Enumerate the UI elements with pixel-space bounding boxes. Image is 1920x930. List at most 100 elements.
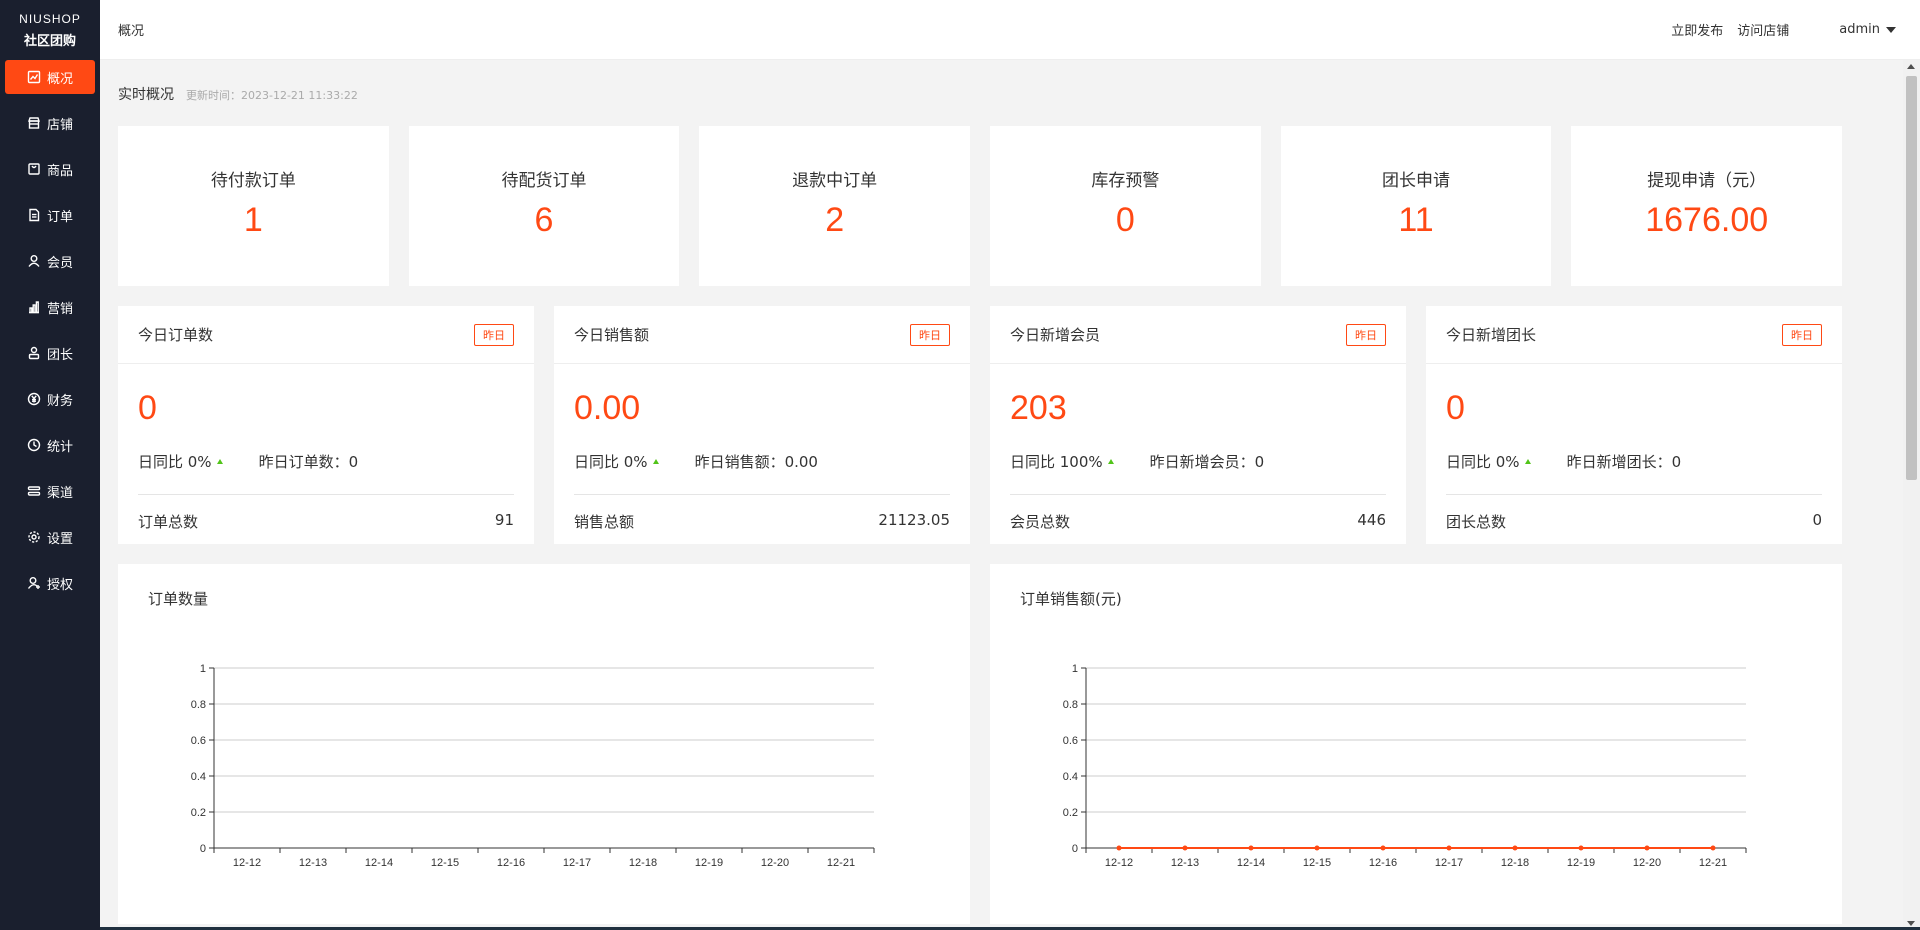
x-tick-label: 12-13 <box>1171 857 1199 869</box>
total-value: 446 <box>1357 511 1386 529</box>
today-total: 订单总数 91 <box>138 511 514 532</box>
x-tick-label: 12-12 <box>233 857 261 869</box>
sidebar-item-order[interactable]: 订单 <box>0 192 100 238</box>
data-point <box>1446 845 1452 851</box>
today-card-header: 今日新增会员 昨日 <box>990 306 1406 364</box>
user-menu[interactable]: admin <box>1839 22 1896 37</box>
y-tick-label: 0.4 <box>1063 771 1078 783</box>
sidebar-item-auth[interactable]: 授权 <box>0 560 100 606</box>
sidebar-item-label: 设置 <box>46 531 73 547</box>
y-tick-label: 0.6 <box>1063 735 1078 747</box>
x-tick-label: 12-20 <box>761 857 789 869</box>
data-point <box>1314 845 1320 851</box>
logo[interactable]: NIUSHOP 社区团购 <box>0 0 100 54</box>
sidebar: NIUSHOP 社区团购 概况店铺商品订单 会员营销团长财务统计渠道设置授权 <box>0 0 100 930</box>
visit-store-link[interactable]: 访问店铺 <box>1737 20 1789 39</box>
yesterday-button[interactable]: 昨日 <box>1346 323 1386 346</box>
x-tick-label: 12-13 <box>299 857 327 869</box>
total-value: 91 <box>494 511 514 529</box>
divider <box>138 494 514 495</box>
main-content: 实时概况 更新时间：2023-12-21 11:33:22 待付款订单 1 待配货订… <box>118 84 1843 924</box>
total-label: 销售总额 <box>574 513 635 531</box>
order-icon <box>27 208 41 222</box>
today-compare: 日同比 0% 昨日新增团长：0 <box>1446 450 1822 472</box>
today-value: 0 <box>1446 389 1465 427</box>
x-tick-label: 12-21 <box>827 857 855 869</box>
sidebar-item-label: 财务 <box>46 393 73 409</box>
data-point <box>1644 845 1650 851</box>
x-tick-label: 12-20 <box>1633 857 1661 869</box>
sidebar-item-settings[interactable]: 设置 <box>0 514 100 560</box>
divider <box>1446 494 1822 495</box>
x-tick-label: 12-14 <box>365 857 393 869</box>
sidebar-item-label: 商品 <box>46 163 73 179</box>
sidebar-item-goods[interactable]: 商品 <box>0 146 100 192</box>
stat-card[interactable]: 提现申请（元） 1676.00 <box>1571 126 1843 286</box>
yesterday-button[interactable]: 昨日 <box>1782 323 1822 346</box>
day-compare-text: 日同比 0% <box>138 452 212 471</box>
today-card-body: 0.00 日同比 0% 昨日销售额：0.00 销售总额 21123.05 <box>554 386 970 532</box>
yesterday-text: 昨日销售额：0.00 <box>694 452 818 471</box>
sidebar-item-finance[interactable]: 财务 <box>0 376 100 422</box>
stat-label: 库存预警 <box>1091 171 1160 191</box>
goods-icon <box>27 162 41 176</box>
breadcrumb: 概况 <box>118 24 145 39</box>
chart-icon <box>27 70 41 84</box>
stat-card[interactable]: 团长申请 11 <box>1280 126 1552 286</box>
stat-card[interactable]: 待付款订单 1 <box>118 126 389 286</box>
x-tick-label: 12-21 <box>1699 857 1727 869</box>
data-point <box>1512 845 1518 851</box>
stats-icon <box>27 438 41 452</box>
x-tick-label: 12-18 <box>1501 857 1529 869</box>
sidebar-item-marketing[interactable]: 营销 <box>0 284 100 330</box>
x-tick-label: 12-14 <box>1237 857 1265 869</box>
y-tick-label: 1 <box>1072 663 1078 675</box>
sidebar-item-leader[interactable]: 团长 <box>0 330 100 376</box>
order-count-chart-card: 订单数量 0 0.2 0.4 0.6 0.8 1 12-12 12-13 12-14 12-15 1… <box>118 564 970 924</box>
sidebar-item-chart[interactable]: 概况 <box>0 54 100 100</box>
x-tick-label: 12-18 <box>629 857 657 869</box>
up-arrow-icon <box>1524 458 1531 464</box>
yesterday-button[interactable]: 昨日 <box>474 323 514 346</box>
x-tick-label: 12-17 <box>1435 857 1463 869</box>
today-total: 会员总数 446 <box>1010 511 1386 532</box>
stat-value: 0 <box>1115 201 1135 239</box>
sidebar-item-store[interactable]: 店铺 <box>0 100 100 146</box>
sidebar-item-stats[interactable]: 统计 <box>0 422 100 468</box>
page-scrollbar[interactable] <box>1903 60 1920 930</box>
stat-card[interactable]: 待配货订单 6 <box>408 126 680 286</box>
stat-card[interactable]: 库存预警 0 <box>990 126 1261 286</box>
stat-label: 提现申请（元） <box>1647 171 1767 191</box>
header-actions: 立即发布 访问店铺 admin <box>1671 20 1920 39</box>
scroll-up-icon[interactable] <box>1907 64 1915 69</box>
y-tick-label: 0.2 <box>191 807 206 819</box>
y-tick-label: 0.6 <box>191 735 206 747</box>
today-card: 今日新增团长 昨日 0 日同比 0% 昨日新增团长：0 团长总数 0 <box>1426 306 1842 544</box>
yesterday-button[interactable]: 昨日 <box>910 323 950 346</box>
today-card-body: 203 日同比 100% 昨日新增会员：0 会员总数 446 <box>990 386 1406 532</box>
channel-icon <box>27 484 41 498</box>
scroll-thumb[interactable] <box>1906 76 1917 480</box>
sidebar-item-label: 营销 <box>46 301 73 317</box>
sidebar-item-label: 统计 <box>46 439 73 455</box>
y-tick-label: 0.8 <box>191 699 206 711</box>
divider <box>1010 494 1386 495</box>
sidebar-item-member[interactable]: 会员 <box>0 238 100 284</box>
sidebar-item-label: 概况 <box>46 71 73 87</box>
x-tick-label: 12-19 <box>1567 857 1595 869</box>
y-tick-label: 0 <box>1072 843 1078 855</box>
up-arrow-icon <box>216 458 223 464</box>
stat-card[interactable]: 退款中订单 2 <box>699 126 971 286</box>
settings-icon <box>27 530 41 544</box>
charts-row: 订单数量 0 0.2 0.4 0.6 0.8 1 12-12 12-13 12-14 12-15 1… <box>118 564 1842 924</box>
scroll-down-icon[interactable] <box>1907 921 1915 926</box>
total-label: 会员总数 <box>1010 513 1071 531</box>
x-tick-label: 12-16 <box>1369 857 1397 869</box>
today-card-title: 今日订单数 <box>138 326 214 344</box>
logo-subtitle: 社区团购 <box>23 34 76 49</box>
sidebar-item-channel[interactable]: 渠道 <box>0 468 100 514</box>
publish-link[interactable]: 立即发布 <box>1671 20 1723 39</box>
stat-value: 2 <box>825 201 845 239</box>
order-sales-chart: 0 0.2 0.4 0.6 0.8 1 12-12 12-13 12-14 12-15 12-16 1… <box>1063 663 1747 869</box>
store-icon <box>27 116 41 130</box>
